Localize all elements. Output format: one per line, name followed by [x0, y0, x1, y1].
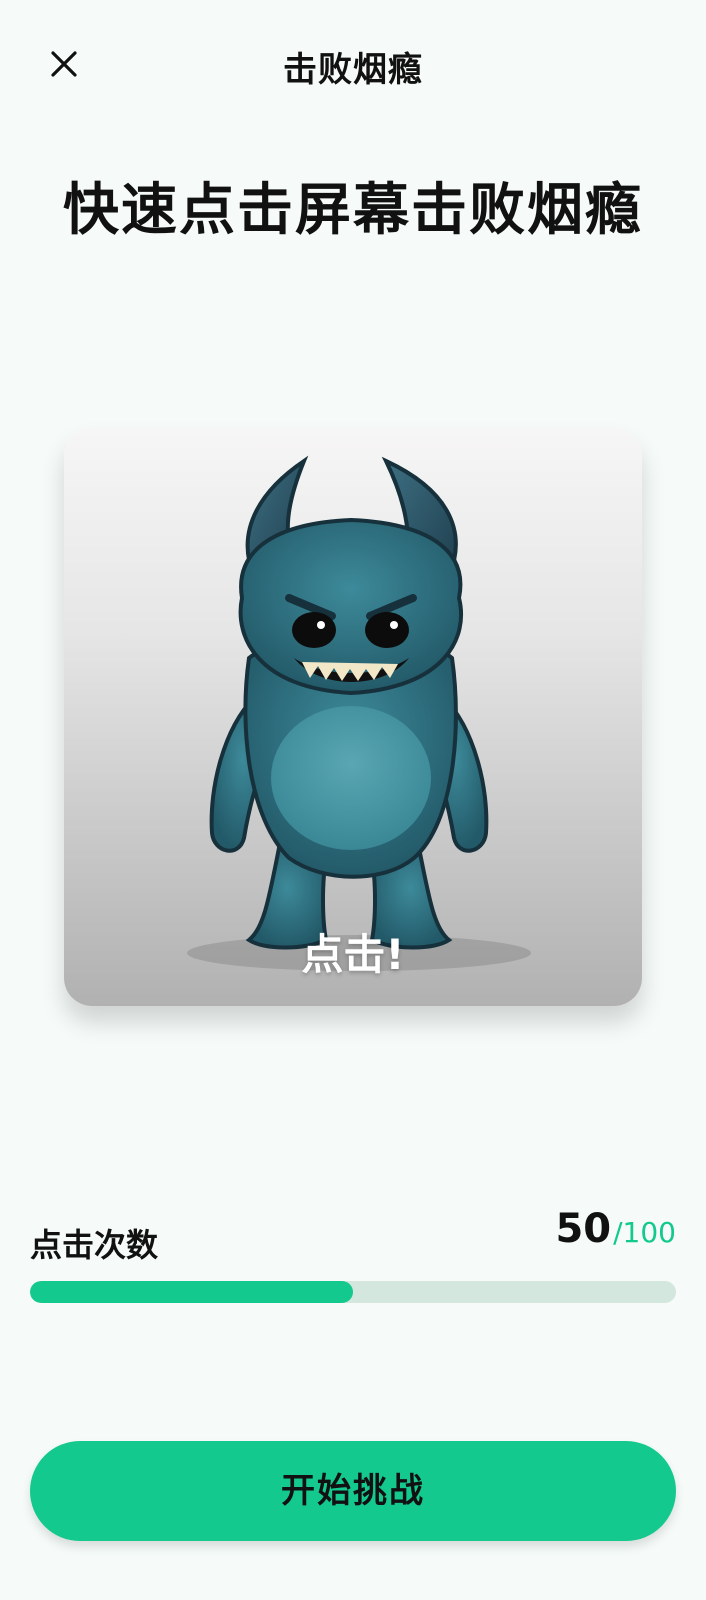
counter-max: /100 — [613, 1216, 676, 1249]
counter-label: 点击次数 — [30, 1226, 159, 1264]
counter-value: 50 — [555, 1206, 612, 1252]
progress-track — [30, 1281, 676, 1303]
top-bar: 击败烟瘾 — [0, 0, 706, 134]
tap-counter: 点击次数 50/100 — [30, 1206, 676, 1264]
tap-label: 点击! — [301, 930, 405, 979]
monster-tap-area[interactable]: 点击! — [64, 428, 642, 1006]
progress-fill — [30, 1281, 353, 1303]
headline: 快速点击屏幕击败烟瘾 — [63, 178, 643, 243]
counter-value-group: 50/100 — [555, 1206, 676, 1252]
page-title: 击败烟瘾 — [283, 50, 423, 90]
monster-illustration — [187, 455, 531, 971]
start-challenge-button[interactable]: 开始挑战 — [30, 1441, 676, 1541]
